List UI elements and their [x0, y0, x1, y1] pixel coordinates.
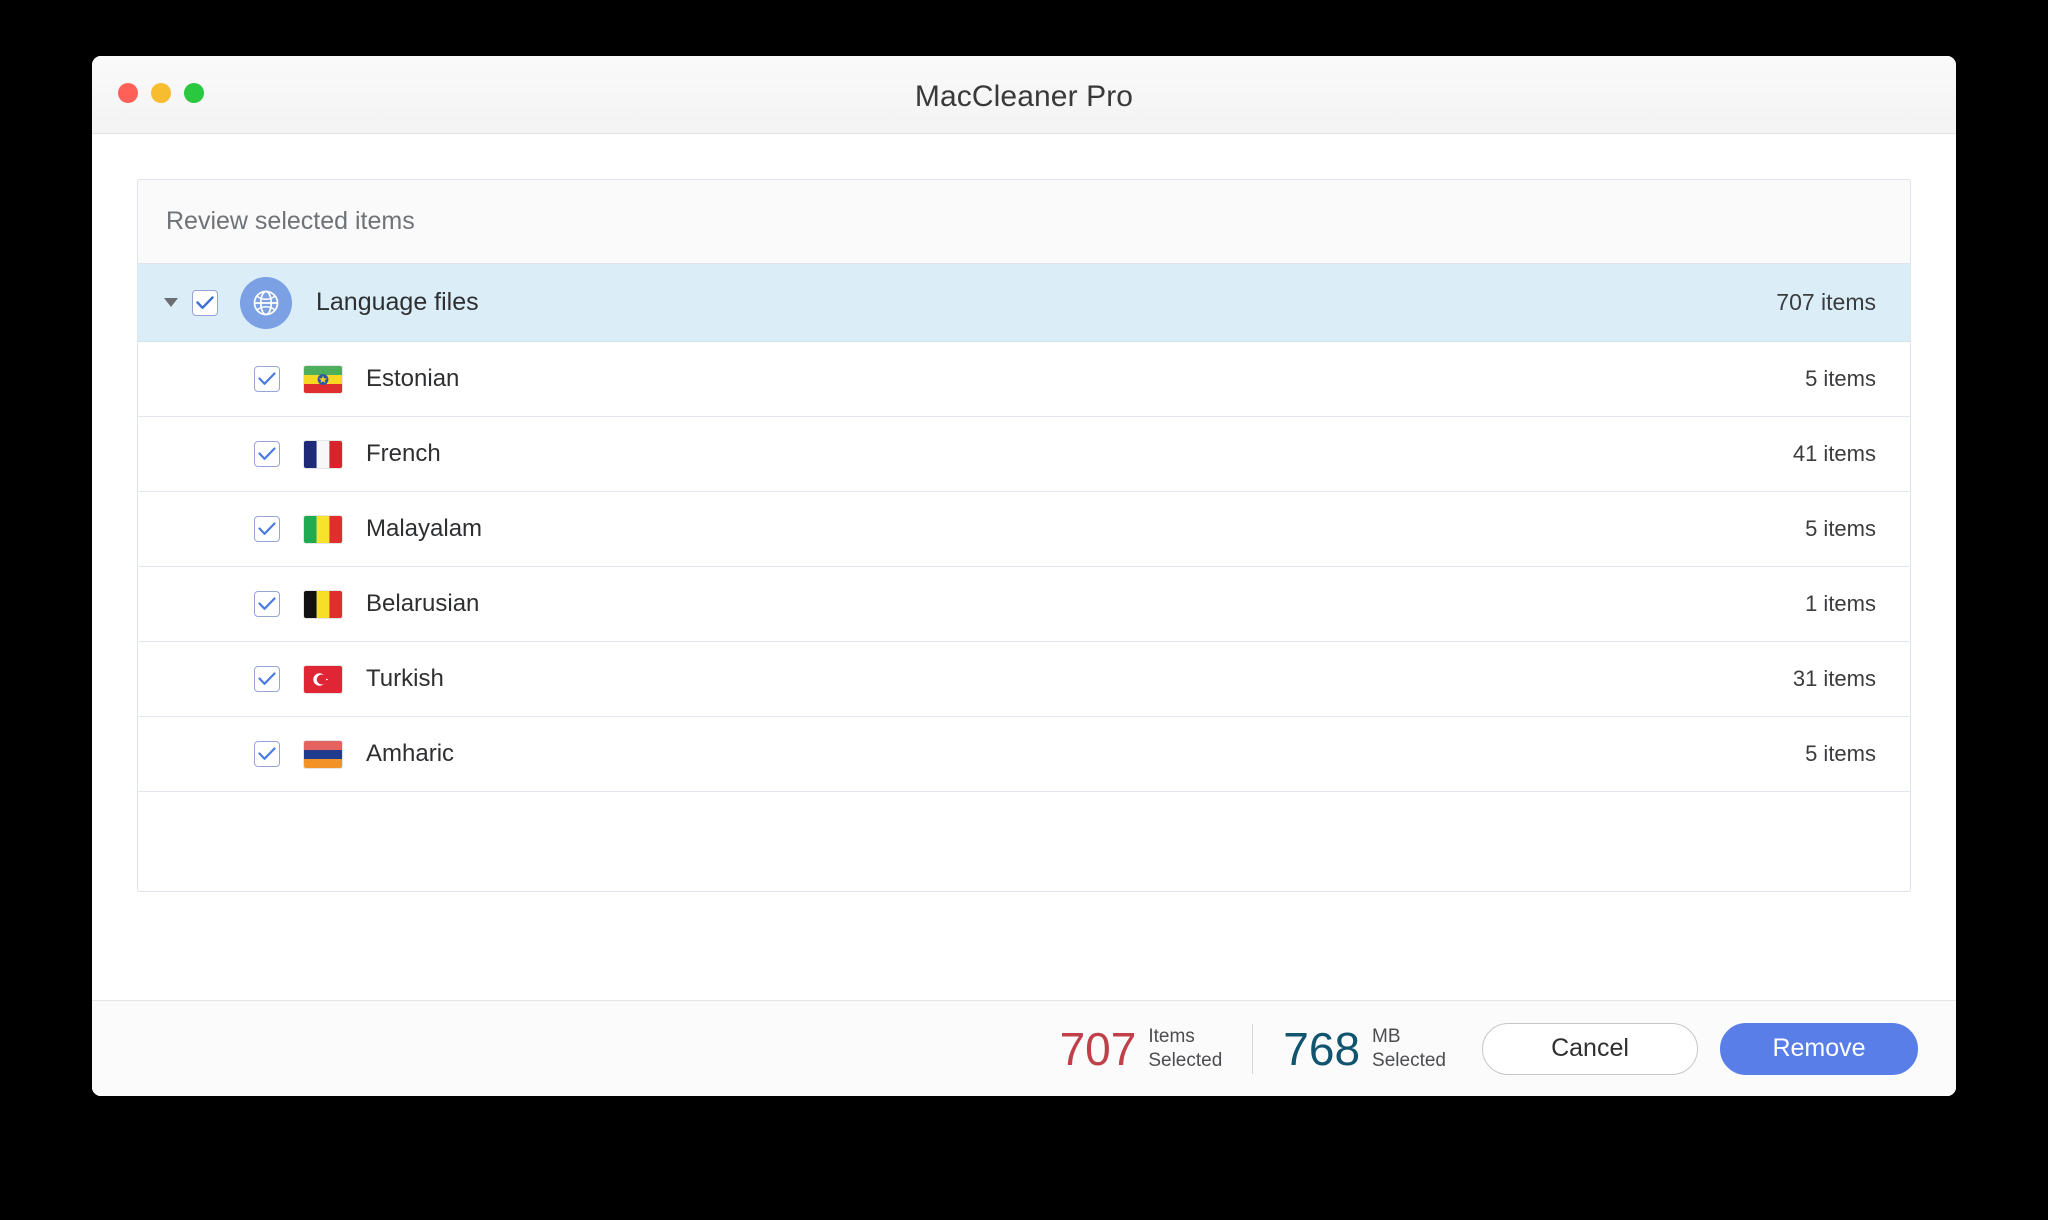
list-item[interactable]: Estonian 5 items	[138, 342, 1910, 417]
panel-header: Review selected items	[138, 180, 1910, 264]
app-window: MacCleaner Pro Review selected items Lan…	[92, 56, 1956, 1096]
list-item[interactable]: French 41 items	[138, 417, 1910, 492]
footer-bar: 707 Items Selected 768 MB Selected Cance…	[92, 1000, 1956, 1096]
item-label: Amharic	[366, 740, 455, 767]
disclosure-triangle-icon[interactable]	[158, 297, 184, 308]
item-checkbox[interactable]	[254, 591, 280, 617]
item-count: 5 items	[1805, 516, 1876, 541]
ethiopia-flag-icon	[304, 365, 342, 393]
item-label: Belarusian	[366, 590, 480, 617]
remove-button[interactable]: Remove	[1720, 1022, 1918, 1075]
review-panel: Review selected items Language files 707…	[137, 179, 1911, 892]
title-bar: MacCleaner Pro	[92, 56, 1956, 134]
item-label: Turkish	[366, 665, 444, 692]
item-checkbox[interactable]	[254, 366, 280, 392]
items-selected-labels: Items Selected	[1148, 1025, 1222, 1071]
cancel-button[interactable]: Cancel	[1482, 1022, 1698, 1075]
armenia-flag-icon	[304, 740, 342, 768]
item-label: Estonian	[366, 365, 460, 392]
panel-header-title: Review selected items	[166, 207, 415, 235]
item-checkbox[interactable]	[254, 666, 280, 692]
item-checkbox[interactable]	[254, 741, 280, 767]
list-item[interactable]: Belarusian 1 items	[138, 567, 1910, 642]
group-row-language-files[interactable]: Language files 707 items	[138, 264, 1910, 342]
item-count: 1 items	[1805, 591, 1876, 616]
window-content: Review selected items Language files 707…	[92, 134, 1956, 1096]
item-count: 31 items	[1792, 666, 1876, 691]
size-selected-label-line1: MB	[1372, 1026, 1401, 1048]
group-label: Language files	[316, 288, 479, 316]
window-title: MacCleaner Pro	[914, 80, 1134, 113]
group-checkbox[interactable]	[192, 289, 218, 316]
item-checkbox[interactable]	[254, 441, 280, 467]
size-selected-labels: MB Selected	[1372, 1025, 1446, 1071]
list-item[interactable]: Malayalam 5 items	[138, 492, 1910, 567]
france-flag-icon	[304, 440, 342, 468]
items-selected-value: 707	[1059, 1022, 1137, 1075]
item-label: French	[366, 440, 441, 467]
items-selected-stat: 707 Items Selected	[1059, 1022, 1223, 1075]
size-selected-label-line2: Selected	[1372, 1049, 1446, 1071]
list-empty-row	[138, 792, 1910, 842]
mali-flag-icon	[304, 515, 342, 543]
item-label: Malayalam	[366, 515, 483, 542]
size-selected-stat: 768 MB Selected	[1283, 1022, 1446, 1075]
size-selected-value: 768	[1283, 1022, 1361, 1075]
items-selected-label-line2: Selected	[1148, 1049, 1223, 1071]
globe-icon	[240, 276, 292, 329]
item-count: 41 items	[1792, 441, 1876, 466]
items-selected-label-line1: Items	[1148, 1026, 1195, 1048]
list-item[interactable]: Amharic 5 items	[138, 717, 1910, 792]
item-count: 5 items	[1805, 366, 1876, 391]
group-count: 707 items	[1776, 289, 1876, 315]
item-count: 5 items	[1805, 741, 1876, 766]
list-item[interactable]: Turkish 31 items	[138, 642, 1910, 717]
belgium-flag-icon	[304, 590, 342, 618]
stat-divider	[1252, 1023, 1254, 1074]
turkey-flag-icon	[304, 665, 342, 693]
item-checkbox[interactable]	[254, 516, 280, 542]
